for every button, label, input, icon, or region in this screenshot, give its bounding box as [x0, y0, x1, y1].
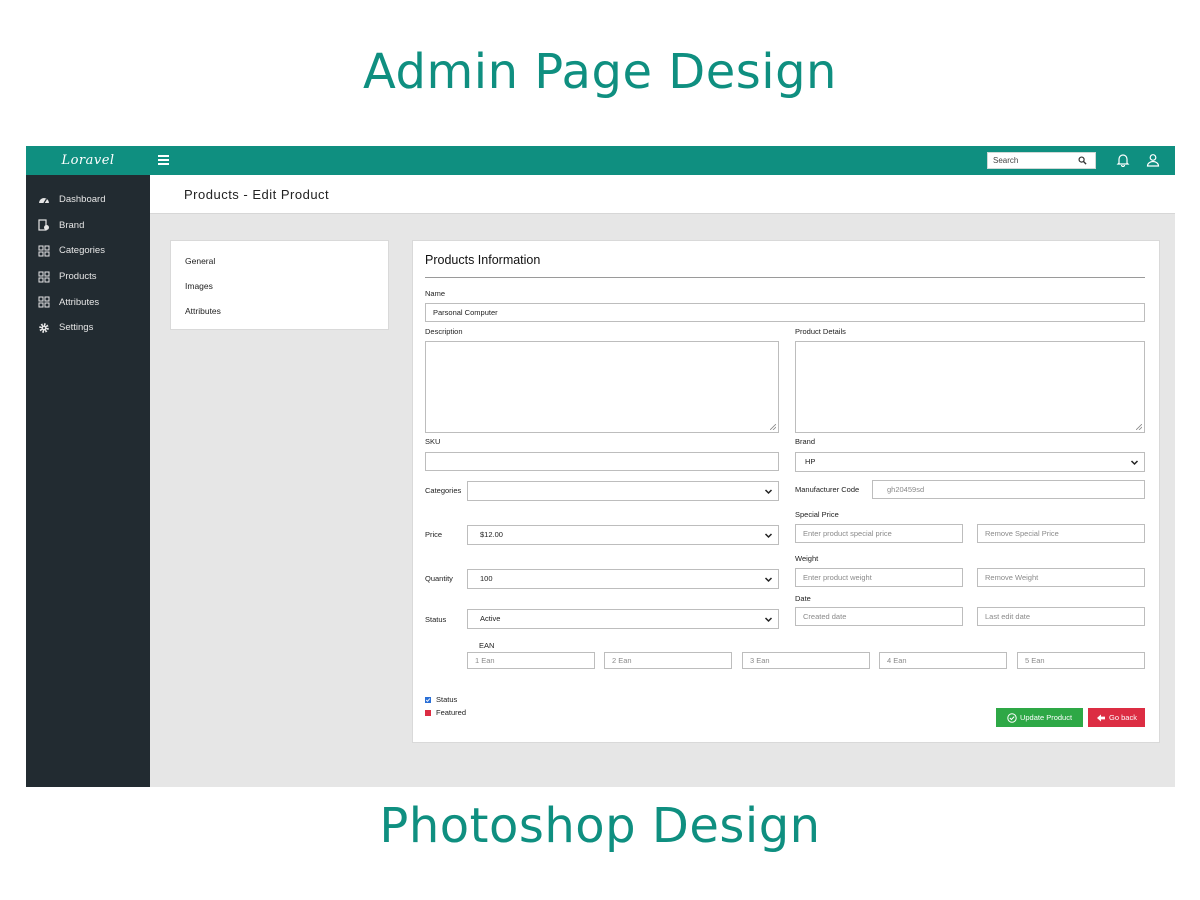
- search-input[interactable]: [988, 153, 1078, 168]
- date-label: Date: [795, 594, 811, 603]
- ean-field-2[interactable]: 2 Ean: [604, 652, 732, 669]
- go-back-label: Go back: [1109, 713, 1137, 722]
- sidebar-item-label: Products: [59, 271, 97, 282]
- chevron-down-icon: [1130, 458, 1139, 467]
- chevron-down-icon: [764, 487, 773, 496]
- featured-checkbox[interactable]: [425, 710, 431, 716]
- quantity-select[interactable]: 100: [467, 569, 779, 589]
- form-title: Products Information: [425, 253, 540, 267]
- check-circle-icon: [1007, 713, 1017, 723]
- sidebar-item-settings[interactable]: Settings: [26, 315, 150, 341]
- status-checkbox-label: Status: [436, 695, 457, 704]
- dashboard-gauge-icon: [38, 194, 50, 206]
- weight-label: Weight: [795, 554, 818, 563]
- tab-general[interactable]: General: [171, 251, 388, 276]
- brand-icon: [38, 219, 50, 231]
- sidebar-item-brand[interactable]: Brand: [26, 213, 150, 239]
- featured-checkbox-label: Featured: [436, 708, 466, 717]
- quantity-label: Quantity: [425, 574, 453, 583]
- status-checkbox[interactable]: [425, 697, 431, 703]
- page-title: Products - Edit Product: [184, 187, 329, 202]
- ean-label: EAN: [479, 641, 494, 650]
- headline-admin-page-design: Admin Page Design: [0, 44, 1200, 100]
- chevron-down-icon: [764, 575, 773, 584]
- title-divider: [425, 277, 1145, 278]
- sku-label: SKU: [425, 437, 440, 446]
- special-price-field[interactable]: Enter product special price: [795, 524, 963, 543]
- update-product-button[interactable]: Update Product: [996, 708, 1083, 727]
- sku-field[interactable]: [425, 452, 779, 471]
- ean-field-1[interactable]: 1 Ean: [467, 652, 595, 669]
- chevron-down-icon: [764, 531, 773, 540]
- sidebar-item-label: Dashboard: [59, 194, 105, 205]
- grid-icon: [38, 271, 50, 283]
- brand-select-value: HP: [805, 457, 815, 466]
- status-label: Status: [425, 615, 446, 624]
- sidebar-item-attributes[interactable]: Attributes: [26, 289, 150, 315]
- search-box: [987, 152, 1096, 169]
- manufacturer-code-label: Manufacturer Code: [795, 485, 859, 494]
- sidebar-item-label: Settings: [59, 322, 93, 333]
- brand-select[interactable]: HP: [795, 452, 1145, 472]
- quantity-select-value: 100: [480, 574, 493, 583]
- sidebar-item-products[interactable]: Products: [26, 264, 150, 290]
- search-icon[interactable]: [1078, 156, 1087, 165]
- price-select[interactable]: $12.00: [467, 525, 779, 545]
- ean-field-4[interactable]: 4 Ean: [879, 652, 1007, 669]
- name-label: Name: [425, 289, 445, 298]
- weight-field[interactable]: Enter product weight: [795, 568, 963, 587]
- created-date-field[interactable]: Created date: [795, 607, 963, 626]
- description-textarea[interactable]: [425, 341, 779, 433]
- brand-label: Brand: [795, 437, 815, 446]
- update-product-label: Update Product: [1020, 713, 1072, 722]
- sidebar-item-label: Categories: [59, 245, 105, 256]
- tab-attributes[interactable]: Attributes: [171, 301, 388, 326]
- grid-icon: [38, 296, 50, 308]
- name-field[interactable]: Parsonal Computer: [425, 303, 1145, 322]
- categories-select[interactable]: [467, 481, 779, 501]
- ean-field-3[interactable]: 3 Ean: [742, 652, 870, 669]
- ean-field-5[interactable]: 5 Ean: [1017, 652, 1145, 669]
- sidebar-item-categories[interactable]: Categories: [26, 238, 150, 264]
- price-label: Price: [425, 530, 442, 539]
- hamburger-menu-icon[interactable]: [158, 155, 169, 165]
- sidebar-nav: Dashboard Brand Categories Products Attr…: [26, 175, 150, 341]
- remove-special-price-field[interactable]: Remove Special Price: [977, 524, 1145, 543]
- status-select-value: Active: [480, 614, 500, 623]
- tab-images[interactable]: Images: [171, 276, 388, 301]
- app-logo[interactable]: Loravel: [26, 146, 150, 175]
- chevron-down-icon: [764, 615, 773, 624]
- go-back-button[interactable]: Go back: [1088, 708, 1145, 727]
- page-header: Products - Edit Product: [150, 175, 1175, 214]
- sidebar-item-label: Brand: [59, 220, 84, 231]
- product-form-card: Products Information Name Parsonal Compu…: [412, 240, 1160, 743]
- manufacturer-code-field[interactable]: gh20459sd: [872, 480, 1145, 499]
- special-price-label: Special Price: [795, 510, 839, 519]
- grid-icon: [38, 245, 50, 257]
- gear-icon: [38, 322, 50, 334]
- remove-weight-field[interactable]: Remove Weight: [977, 568, 1145, 587]
- status-select[interactable]: Active: [467, 609, 779, 629]
- product-details-textarea[interactable]: [795, 341, 1145, 433]
- sidebar-item-dashboard[interactable]: Dashboard: [26, 187, 150, 213]
- sidebar-item-label: Attributes: [59, 297, 99, 308]
- price-select-value: $12.00: [480, 530, 503, 539]
- sidebar: Loravel Dashboard Brand Categories Produ…: [26, 146, 150, 787]
- categories-label: Categories: [425, 486, 461, 495]
- top-bar: [150, 146, 1175, 175]
- section-tabs: General Images Attributes: [170, 240, 389, 330]
- bell-icon[interactable]: [1116, 153, 1130, 167]
- arrow-left-icon: [1096, 713, 1106, 723]
- admin-screenshot-frame: Loravel Dashboard Brand Categories Produ…: [26, 146, 1175, 787]
- description-label: Description: [425, 327, 463, 336]
- resize-grip-icon[interactable]: [1136, 424, 1142, 430]
- user-icon[interactable]: [1146, 153, 1160, 167]
- headline-photoshop-design: Photoshop Design: [0, 798, 1200, 854]
- last-edit-date-field[interactable]: Last edit date: [977, 607, 1145, 626]
- product-details-label: Product Details: [795, 327, 846, 336]
- resize-grip-icon[interactable]: [770, 424, 776, 430]
